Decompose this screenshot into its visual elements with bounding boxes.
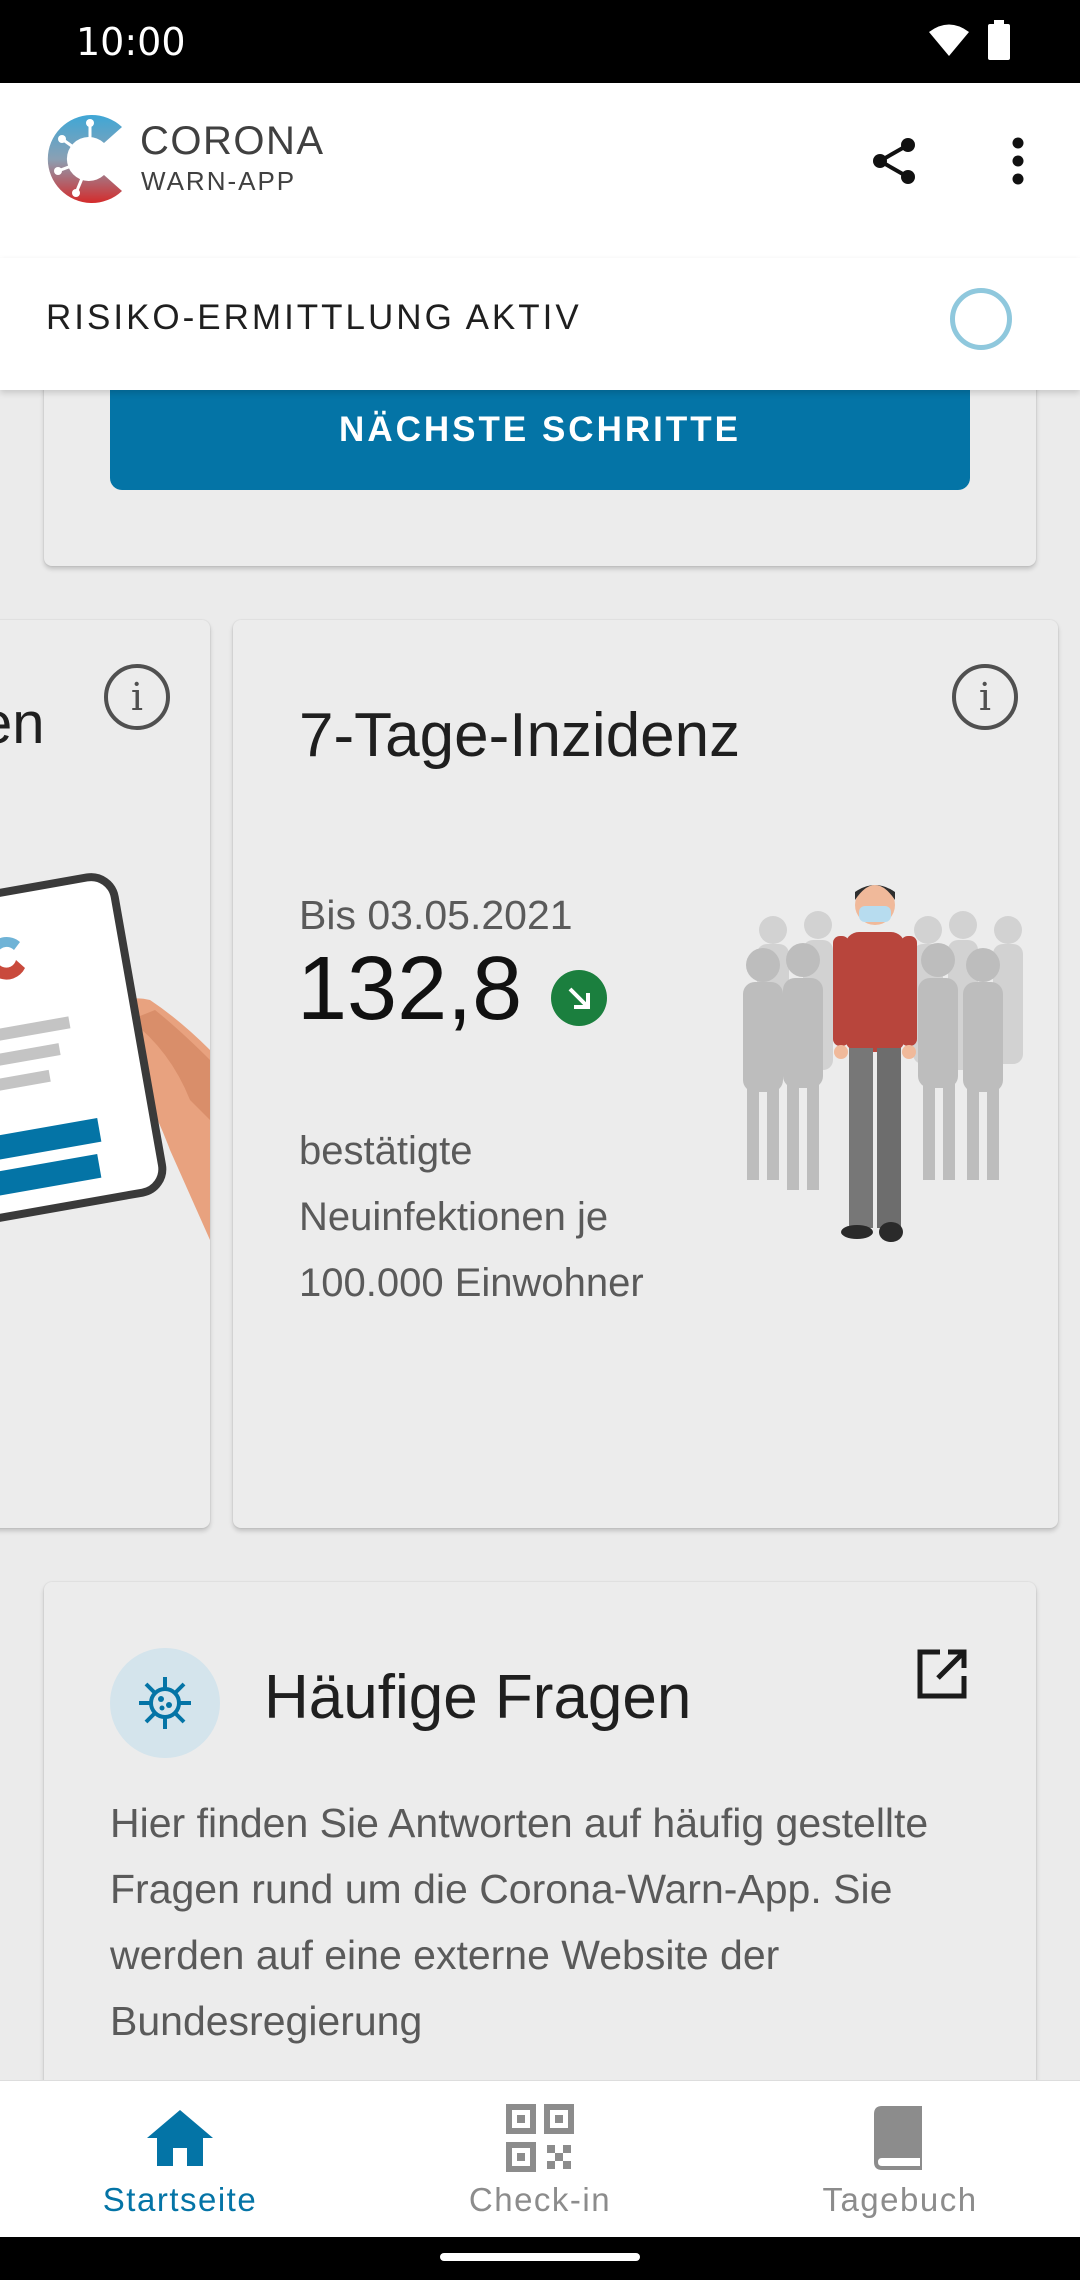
app-bar: CORONA WARN-APP [0, 83, 1080, 258]
incidence-value: 132,8 [297, 939, 523, 1039]
info-icon[interactable]: i [104, 664, 170, 730]
home-icon [140, 2103, 220, 2173]
share-icon [873, 138, 915, 184]
status-icons [928, 18, 1010, 62]
battery-icon [988, 20, 1010, 60]
nav-label-tagebuch: Tagebuch [822, 2181, 978, 2218]
info-icon[interactable]: i [952, 664, 1018, 730]
qr-code-icon [500, 2103, 580, 2173]
nav-item-startseite[interactable]: Startseite [0, 2081, 360, 2237]
open-external-icon[interactable] [914, 1646, 970, 1702]
home-gesture-pill[interactable] [440, 2253, 640, 2261]
trend-down-icon [551, 970, 607, 1026]
incidence-card[interactable]: i 7-Tage-Inzidenz Bis 03.05.2021 132,8 b… [233, 620, 1058, 1528]
incidence-date: Bis 03.05.2021 [299, 892, 573, 938]
risk-status-row[interactable]: RISIKO-ERMITTLUNG AKTIV [0, 258, 1080, 390]
book-icon [860, 2103, 940, 2173]
wifi-icon [929, 24, 969, 56]
status-time: 10:00 [76, 20, 186, 64]
virus-icon [110, 1648, 220, 1758]
faq-card[interactable]: Häufige Fragen Hier finden Sie Antworten… [44, 1582, 1036, 2080]
status-bar: 10:00 [0, 0, 1080, 83]
incidence-title: 7-Tage-Inzidenz [299, 701, 741, 770]
risk-status-label: RISIKO-ERMITTLUNG AKTIV [46, 298, 582, 337]
next-steps-button[interactable]: NÄCHSTE SCHRITTE [110, 390, 970, 490]
nav-item-check-in[interactable]: Check-in [360, 2081, 720, 2237]
app-logo-subtitle: WARN-APP [141, 166, 297, 196]
risk-card: NÄCHSTE SCHRITTE [44, 390, 1036, 566]
nav-label-startseite: Startseite [102, 2181, 258, 2218]
incidence-description: bestätigte Neuinfektionen je 100.000 Ein… [299, 1129, 644, 1305]
corona-warn-app-logo [47, 115, 122, 203]
nav-label-check-in: Check-in [468, 2181, 612, 2218]
system-navigation-bar [0, 2237, 1080, 2280]
more-options-button[interactable] [990, 133, 1046, 189]
test-card-title-fragment: en [0, 691, 45, 756]
phone-hand-illustration [0, 873, 210, 1240]
more-vert-icon [1012, 137, 1024, 185]
main-scroll-content[interactable]: NÄCHSTE SCHRITTE en i i 7-Tage-Inzidenz … [0, 390, 1080, 2080]
nav-item-tagebuch[interactable]: Tagebuch [720, 2081, 1080, 2237]
faq-description: Hier finden Sie Antworten auf häufig ges… [110, 1800, 929, 2044]
share-button[interactable] [866, 133, 922, 189]
people-crowd-illustration [743, 885, 1023, 1242]
progress-spinner-icon [950, 288, 1012, 350]
app-logo-title: CORONA [140, 119, 325, 163]
bottom-navigation: Startseite Check-in Tagebuch [0, 2080, 1080, 2237]
faq-title: Häufige Fragen [264, 1663, 692, 1732]
test-card-partial[interactable]: en i [0, 620, 210, 1528]
